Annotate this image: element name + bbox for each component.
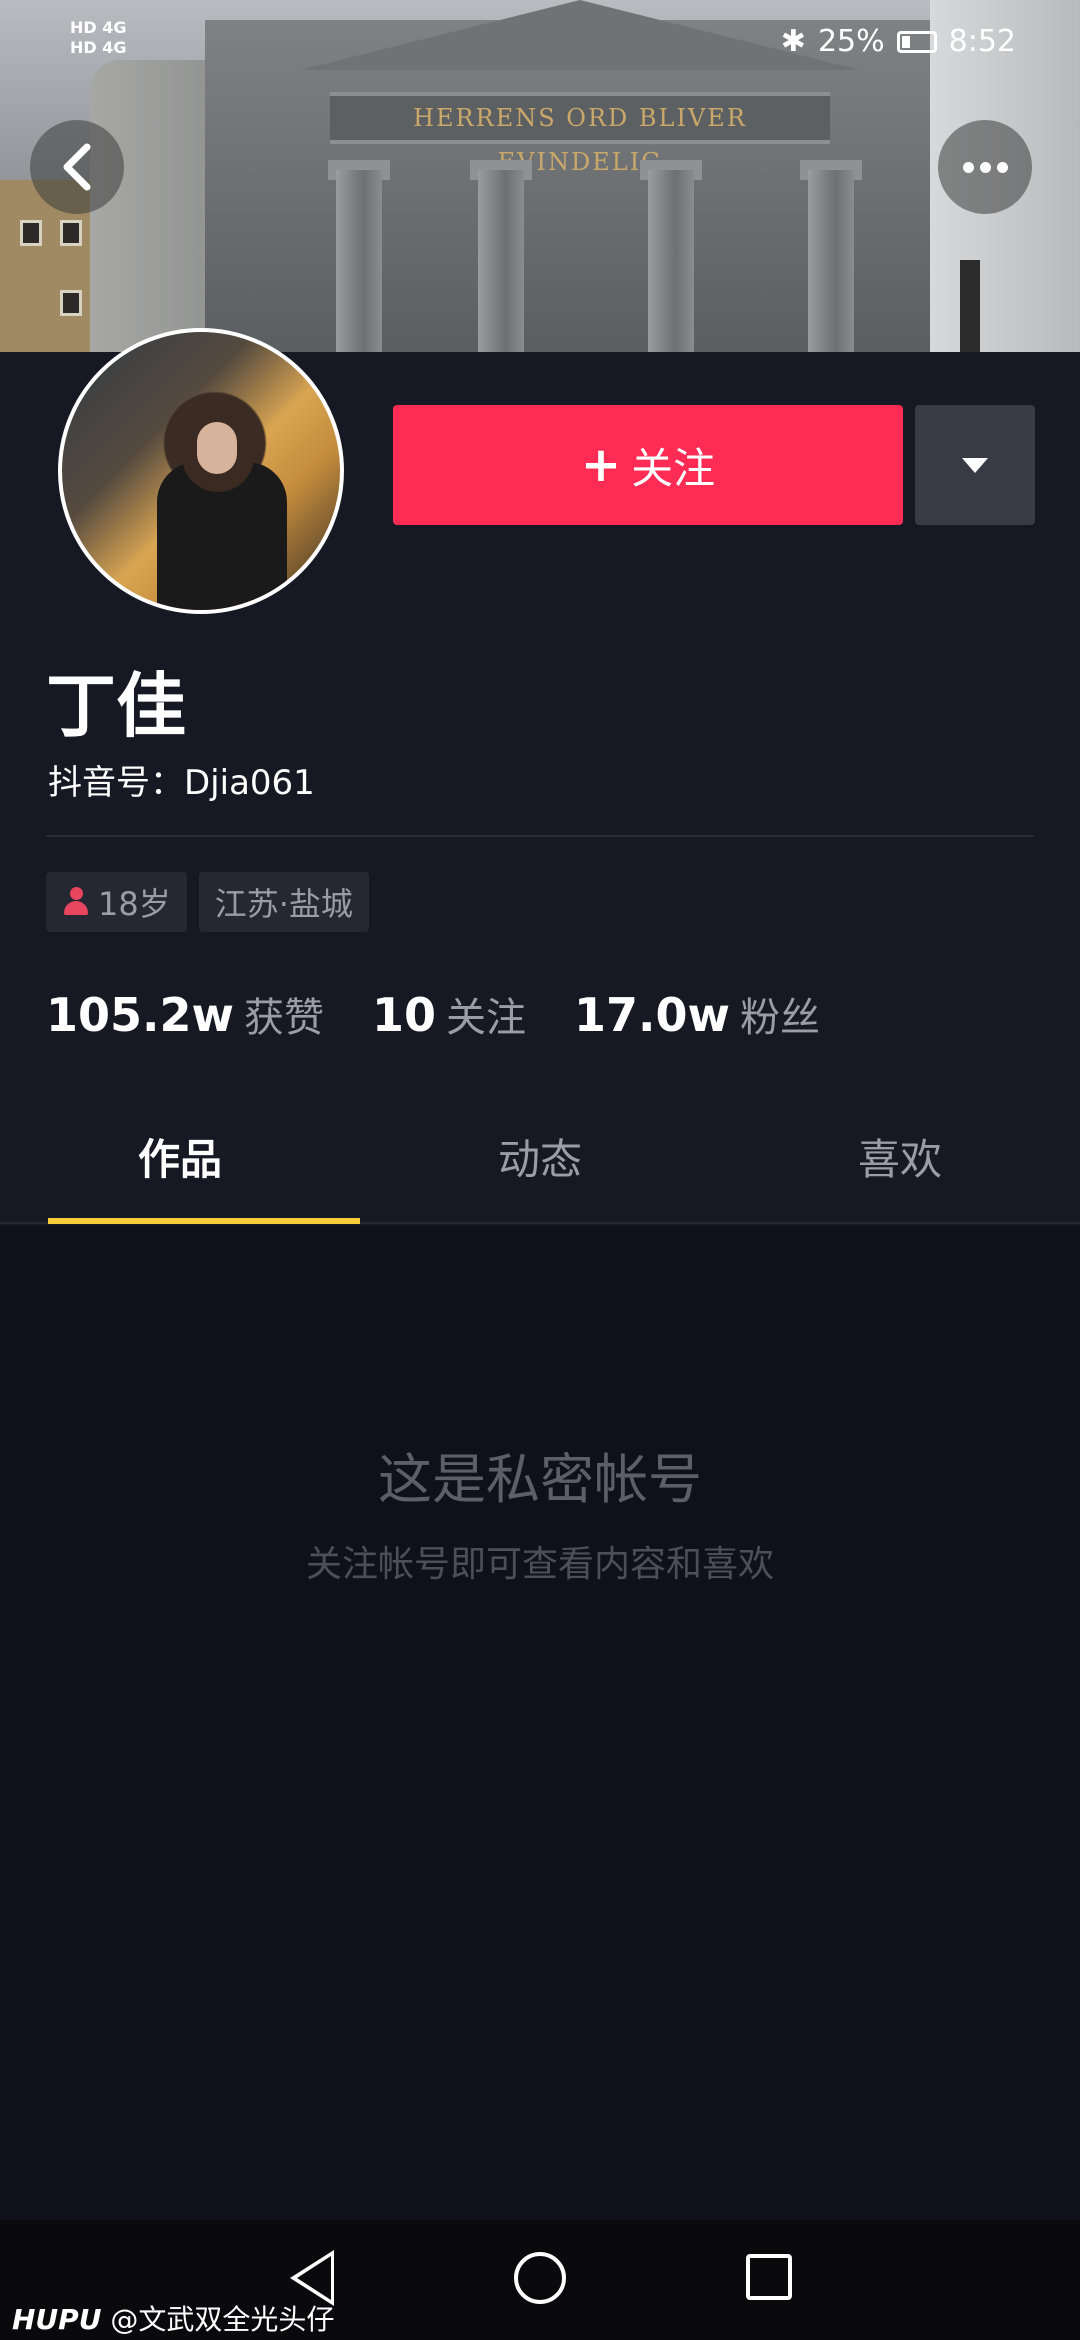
following-count: 10 — [372, 988, 437, 1042]
banner-column — [478, 170, 524, 352]
profile-stats: 105.2w 获赞 10 关注 17.0w 粉丝 — [46, 985, 868, 1043]
watermark-handle: @文武双全光头仔 — [110, 2303, 335, 2336]
profile-tabs: 作品 动态 喜欢 — [0, 1090, 1080, 1224]
banner-window — [60, 290, 82, 316]
following-stat[interactable]: 10 关注 — [372, 985, 526, 1043]
status-right: ✱ 25% 8:52 — [781, 24, 1016, 59]
banner-inscription: HERRENS ORD BLIVER EVINDELIG — [413, 104, 747, 176]
nav-recent-icon[interactable] — [746, 2254, 792, 2300]
nav-back-icon-inner — [297, 2256, 331, 2300]
battery-percent: 25% — [817, 24, 885, 59]
banner-window — [60, 220, 82, 246]
banner-column — [808, 170, 854, 352]
back-button[interactable] — [30, 120, 124, 214]
location-tag: 江苏·盐城 — [198, 872, 369, 932]
age-tag: 18岁 — [46, 872, 187, 932]
followers-stat[interactable]: 17.0w 粉丝 — [574, 985, 820, 1043]
watermark-brand: HUPU — [12, 2303, 102, 2336]
nav-home-icon[interactable] — [514, 2252, 566, 2304]
content-area — [0, 1226, 1080, 2220]
network-indicator: HD 4G HD 4G — [70, 18, 127, 58]
clock: 8:52 — [948, 24, 1016, 59]
person-icon — [62, 887, 90, 917]
more-button[interactable] — [938, 120, 1032, 214]
age-label: 18岁 — [98, 885, 171, 923]
banner-frieze: HERRENS ORD BLIVER EVINDELIG — [330, 92, 830, 176]
banner-window — [20, 220, 42, 246]
tab-dynamic[interactable]: 动态 — [360, 1090, 720, 1222]
plus-icon: + — [580, 437, 622, 493]
followers-label: 粉丝 — [740, 995, 821, 1041]
location-label: 江苏·盐城 — [214, 885, 353, 923]
battery-icon — [896, 30, 937, 53]
profile-tags: 18岁 江苏·盐城 — [46, 872, 369, 932]
avatar[interactable] — [58, 328, 344, 614]
banner-column — [648, 170, 694, 352]
more-icon — [962, 161, 1008, 173]
status-bar: HD 4G HD 4G ✱ 25% 8:52 — [0, 18, 1080, 68]
private-account-subtitle: 关注帐号即可查看内容和喜欢 — [305, 1544, 774, 1585]
avatar-face — [197, 422, 237, 474]
likes-stat[interactable]: 105.2w 获赞 — [46, 985, 324, 1043]
network-top: HD 4G — [70, 18, 127, 37]
follow-button[interactable]: + 关注 — [393, 405, 903, 525]
divider — [46, 835, 1034, 837]
tab-works[interactable]: 作品 — [0, 1090, 360, 1224]
following-label: 关注 — [446, 995, 527, 1041]
dropdown-icon — [962, 457, 988, 473]
profile-name: 丁佳 — [46, 665, 186, 747]
back-icon — [63, 143, 91, 191]
banner-column — [336, 170, 382, 352]
banner-lamp — [960, 260, 980, 352]
private-account-title: 这是私密帐号 — [378, 1448, 702, 1511]
followers-count: 17.0w — [574, 988, 731, 1042]
likes-count: 105.2w — [46, 988, 234, 1042]
bluetooth-icon: ✱ — [780, 24, 806, 59]
likes-label: 获赞 — [244, 995, 324, 1041]
network-bottom: HD 4G — [70, 38, 127, 57]
recommend-dropdown-button[interactable] — [915, 405, 1035, 525]
profile-page: HERRENS ORD BLIVER EVINDELIG HD 4G HD 4G… — [0, 0, 1080, 2340]
douyin-id: 抖音号：Djia061 — [48, 763, 315, 803]
follow-label: 关注 — [631, 443, 716, 493]
watermark: HUPU @文武双全光头仔 — [12, 2298, 334, 2338]
tab-likes[interactable]: 喜欢 — [720, 1090, 1080, 1222]
